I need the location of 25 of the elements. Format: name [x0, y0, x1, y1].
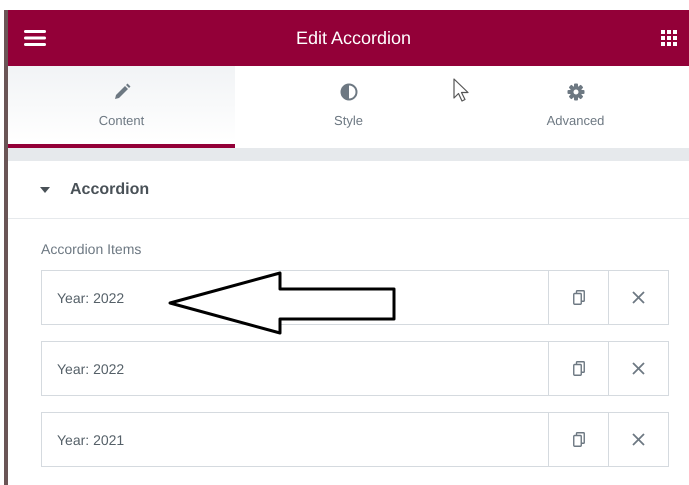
cursor-icon: [453, 78, 471, 104]
close-icon: [632, 362, 645, 375]
tab[interactable]: Advanced: [462, 66, 689, 148]
close-icon: [632, 291, 645, 304]
repeater-item[interactable]: Year: 2022: [41, 341, 669, 396]
section-header[interactable]: Accordion: [8, 161, 689, 219]
item-title: Year: 2022: [57, 360, 124, 376]
section-title: Accordion: [70, 180, 150, 198]
copy-icon: [572, 290, 584, 305]
grid-icon[interactable]: [661, 30, 677, 46]
tab[interactable]: Content: [8, 66, 235, 148]
panel-title: Edit Accordion: [294, 28, 412, 48]
copy-icon: [572, 361, 584, 376]
menu-icon[interactable]: [24, 30, 46, 46]
item-title: Year: 2022: [57, 290, 124, 306]
pencil-icon: [112, 82, 130, 100]
tab[interactable]: Style: [235, 66, 462, 148]
close-icon: [632, 433, 645, 446]
copy-icon: [572, 432, 584, 447]
contrast-icon: [340, 82, 358, 100]
settings-icon: [566, 82, 584, 100]
item-title: Year: 2021: [57, 432, 124, 448]
field-label: Accordion Items: [41, 241, 142, 257]
repeater-item[interactable]: Year: 2021: [41, 412, 669, 467]
caret-icon: [40, 186, 50, 192]
